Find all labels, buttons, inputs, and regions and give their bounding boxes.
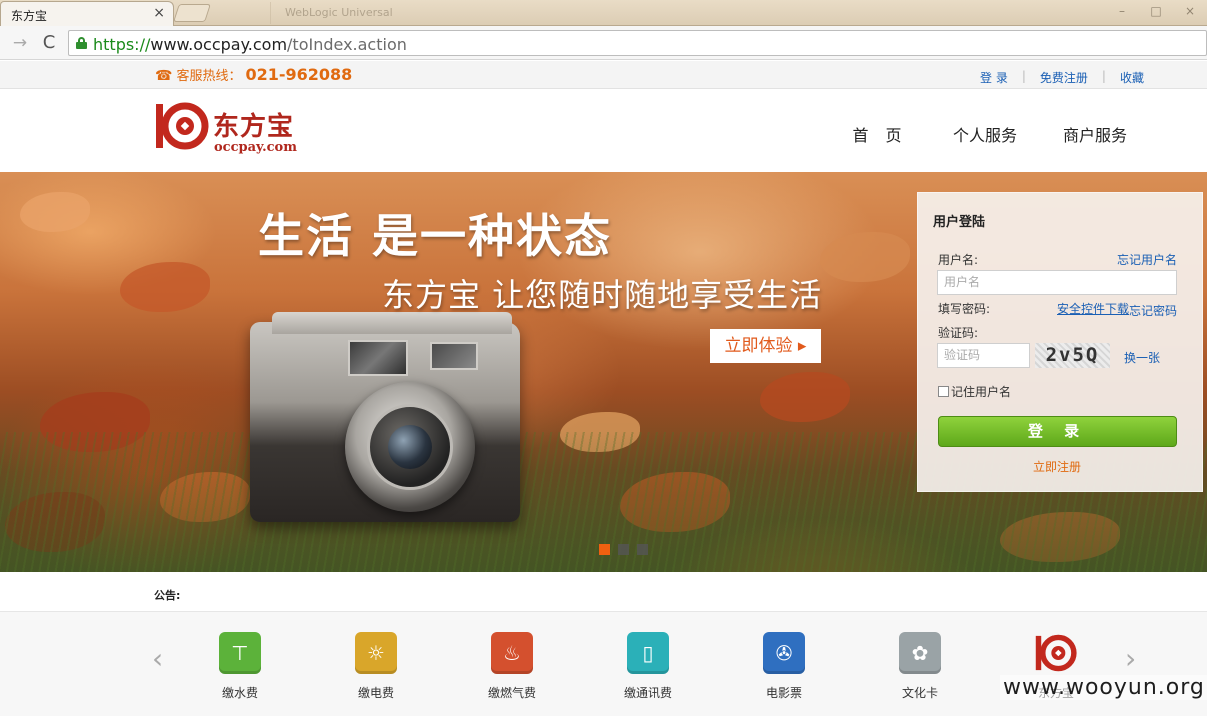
site-header: 东方宝 occpay.com 首 页 个人服务 商户服务 — [0, 90, 1207, 172]
slide-indicators — [599, 544, 648, 555]
slide-dot[interactable] — [637, 544, 648, 555]
occpay-logo-icon — [156, 102, 209, 150]
service-item[interactable]: ▯ 缴通讯费 — [598, 632, 698, 701]
top-links: 登 录 | 免费注册 | 收藏 — [980, 69, 1144, 86]
banner-subline: 东方宝 让您随时随地享受生活 — [382, 276, 823, 314]
divider: | — [1101, 69, 1106, 83]
camera-image — [250, 312, 525, 537]
light-bulb-icon: ☼ — [355, 632, 397, 674]
tab-title: 东方宝 — [11, 9, 48, 23]
new-tab-button[interactable] — [173, 4, 211, 22]
minimize-icon[interactable]: – — [1105, 0, 1139, 22]
background-window-title: WebLogic Universal — [285, 6, 393, 19]
captcha-input[interactable]: 验证码 — [937, 343, 1030, 368]
chevron-left-icon[interactable]: ‹ — [152, 642, 163, 675]
maximize-icon[interactable]: □ — [1139, 0, 1173, 22]
username-label: 用户名: — [938, 253, 979, 267]
service-label: 缴水费 — [221, 686, 258, 700]
hotline-label: 客服热线： — [176, 69, 242, 84]
occpay-logo-icon — [1035, 632, 1077, 674]
back-arrow-icon[interactable]: → — [9, 32, 31, 54]
url-host: www.occpay.com — [150, 35, 288, 54]
chevron-right-icon[interactable]: › — [1125, 642, 1136, 675]
service-label: 电影票 — [765, 686, 802, 700]
username-input[interactable]: 用户名 — [937, 270, 1177, 295]
login-panel: 用户登陆 用户名: 忘记用户名 用户名 填写密码: 安全控件下载 忘记密码 验证… — [917, 192, 1203, 492]
remember-username[interactable]: 记住用户名 — [938, 383, 1011, 400]
culture-card-icon: ✿ — [899, 632, 941, 674]
phone-icon: ☎ — [155, 68, 173, 84]
service-label: 缴通讯费 — [623, 686, 672, 700]
captcha-label: 验证码: — [938, 326, 979, 340]
login-button[interactable]: 登 录 — [938, 416, 1177, 447]
nav-merchant-services[interactable]: 商户服务 — [1040, 122, 1150, 146]
flame-icon: ♨ — [491, 632, 533, 674]
forgot-password-link[interactable]: 忘记密码 — [1129, 302, 1177, 319]
divider: | — [1021, 69, 1026, 83]
service-item[interactable]: ⊤ 缴水费 — [190, 632, 290, 701]
browser-toolbar: → C https://www.occpay.com/toIndex.actio… — [0, 26, 1207, 60]
lock-icon — [76, 37, 87, 49]
close-tab-icon[interactable]: × — [153, 5, 165, 21]
top-register-link[interactable]: 免费注册 — [1040, 69, 1088, 86]
browser-tab[interactable]: 东方宝 × — [0, 1, 174, 26]
main-nav: 首 页 个人服务 商户服务 — [830, 122, 1150, 146]
remember-label: 记住用户名 — [951, 385, 1012, 399]
service-label: 文化卡 — [901, 686, 938, 700]
url-scheme: https:// — [93, 35, 151, 54]
water-tap-icon: ⊤ — [219, 632, 261, 674]
try-now-button[interactable]: 立即体验 ▸ — [710, 329, 821, 363]
register-now-link[interactable]: 立即注册 — [1033, 458, 1081, 475]
url-path: /toIndex.action — [287, 35, 407, 54]
banner-headline: 生活 是一种状态 — [258, 209, 613, 263]
top-login-link[interactable]: 登 录 — [980, 69, 1008, 86]
notice-bar: 公告: — [0, 572, 1207, 612]
download-security-control-link[interactable]: 安全控件下载 — [1057, 300, 1129, 317]
url-text: https://www.occpay.com/toIndex.action — [93, 35, 407, 54]
notice-label: 公告: — [154, 589, 181, 602]
service-item[interactable]: ✇ 电影票 — [734, 632, 834, 701]
logo-subtext: occpay.com — [214, 140, 297, 155]
service-item[interactable]: ✿ 文化卡 — [870, 632, 970, 701]
site-top-bar: ☎ 客服热线： 021-962088 登 录 | 免费注册 | 收藏 — [0, 61, 1207, 89]
browser-tab-strip: 东方宝 × WebLogic Universal – □ × — [0, 0, 1207, 26]
watermark: www.wooyun.org — [1000, 675, 1207, 700]
top-favorite-link[interactable]: 收藏 — [1120, 69, 1144, 86]
window-controls: – □ × — [1105, 0, 1207, 22]
hotline: ☎ 客服热线： 021-962088 — [155, 65, 352, 84]
service-label: 缴燃气费 — [487, 686, 536, 700]
service-item[interactable]: ♨ 缴燃气费 — [462, 632, 562, 701]
captcha-image[interactable]: 2v5Q — [1035, 343, 1110, 368]
slide-dot[interactable] — [599, 544, 610, 555]
refresh-captcha-link[interactable]: 换一张 — [1124, 349, 1160, 366]
password-label: 填写密码: — [938, 302, 991, 316]
service-strip: ‹ › ⊤缴水费☼缴电费♨缴燃气费▯缴通讯费✇电影票✿文化卡东方宝 — [0, 612, 1207, 716]
service-item[interactable]: ☼ 缴电费 — [326, 632, 426, 701]
reload-icon[interactable]: C — [38, 32, 60, 54]
logo-text: 东方宝 — [213, 112, 295, 142]
slide-dot[interactable] — [618, 544, 629, 555]
login-title: 用户登陆 — [933, 215, 986, 230]
remember-checkbox[interactable] — [938, 386, 949, 397]
background-window-tab: WebLogic Universal — [270, 2, 790, 24]
address-bar[interactable]: https://www.occpay.com/toIndex.action — [68, 30, 1207, 56]
film-reel-icon: ✇ — [763, 632, 805, 674]
nav-home[interactable]: 首 页 — [830, 122, 930, 146]
forgot-username-link[interactable]: 忘记用户名 — [1117, 251, 1177, 268]
mobile-phone-icon: ▯ — [627, 632, 669, 674]
nav-personal-services[interactable]: 个人服务 — [930, 122, 1040, 146]
hotline-number: 021-962088 — [245, 65, 353, 84]
occpay-logo[interactable]: 东方宝 occpay.com — [155, 100, 315, 155]
close-window-icon[interactable]: × — [1173, 0, 1207, 22]
service-label: 缴电费 — [357, 686, 394, 700]
